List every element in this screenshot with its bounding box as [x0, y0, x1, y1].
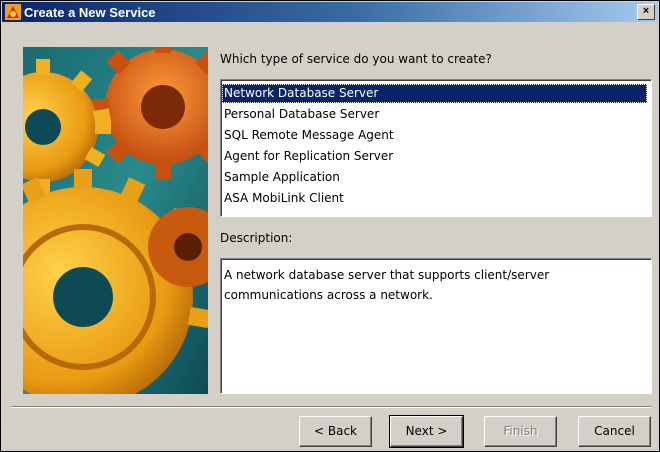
separator: [11, 406, 651, 408]
close-icon: ×: [642, 5, 650, 17]
list-item[interactable]: SQL Remote Message Agent: [222, 126, 647, 145]
service-type-question: Which type of service do you want to cre…: [220, 52, 492, 66]
window-title: Create a New Service: [24, 5, 156, 20]
gears-illustration: [23, 47, 208, 394]
description-text: A network database server that supports …: [224, 268, 550, 302]
finish-button[interactable]: Finish: [484, 416, 557, 447]
list-item[interactable]: Network Database Server: [222, 84, 647, 103]
list-item[interactable]: Personal Database Server: [222, 105, 647, 124]
next-button[interactable]: Next >: [389, 415, 464, 448]
dialog-window: Create a New Service × Which type of ser…: [0, 0, 660, 452]
description-box[interactable]: A network database server that supports …: [220, 258, 652, 394]
list-item[interactable]: ASA MobiLink Client: [222, 189, 647, 208]
description-label: Description:: [220, 231, 293, 245]
app-icon: [5, 4, 21, 20]
list-item[interactable]: Agent for Replication Server: [222, 147, 647, 166]
back-button[interactable]: < Back: [299, 416, 372, 447]
list-item[interactable]: Sample Application: [222, 168, 647, 187]
title-bar[interactable]: Create a New Service ×: [2, 2, 658, 22]
service-type-listbox[interactable]: Network Database Server Personal Databas…: [220, 79, 652, 217]
close-button[interactable]: ×: [637, 4, 655, 20]
cancel-button[interactable]: Cancel: [578, 416, 651, 447]
